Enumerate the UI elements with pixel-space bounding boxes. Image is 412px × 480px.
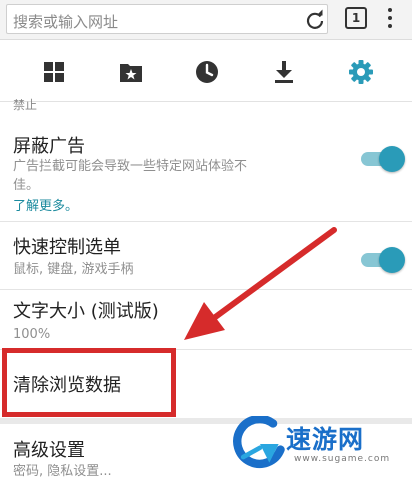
bookmarks-grid-icon[interactable] [40, 58, 68, 86]
highlight-box [2, 348, 176, 417]
reload-icon[interactable] [303, 8, 327, 32]
watermark-emblem-icon [233, 416, 285, 469]
ad-block-toggle[interactable] [361, 145, 405, 173]
watermark-url: www.sugame.com [294, 454, 391, 464]
saved-pages-icon[interactable] [117, 58, 145, 86]
speed-menu-description: 鼠标, 键盘, 游戏手柄 [13, 262, 134, 277]
ad-block-description-line1: 广告拦截可能会导致一些特定网站体验不 [13, 159, 248, 174]
panel-tab-bar [0, 42, 412, 102]
speed-menu-title: 快速控制选单 [13, 237, 121, 258]
partial-setting-text: 禁止 [13, 98, 38, 112]
url-search-input[interactable]: 搜索或输入网址 [6, 4, 328, 34]
speed-menu-setting[interactable]: 快速控制选单 鼠标, 键盘, 游戏手柄 [0, 222, 412, 290]
text-size-setting[interactable]: 文字大小 (测试版) 100% [0, 290, 412, 350]
settings-icon[interactable] [347, 58, 375, 86]
text-size-title: 文字大小 (测试版) [13, 301, 159, 322]
text-size-value: 100% [13, 327, 51, 342]
overflow-menu-icon[interactable] [386, 6, 394, 32]
learn-more-link[interactable]: 了解更多。 [13, 195, 78, 214]
advanced-settings-title: 高级设置 [13, 440, 85, 461]
ad-block-description-line2: 佳。 [13, 178, 40, 193]
watermark-logo: 速游网 www.sugame.com [232, 408, 412, 480]
history-icon[interactable] [193, 58, 221, 86]
address-bar: 搜索或输入网址 1 [0, 0, 412, 40]
tab-count-button[interactable]: 1 [345, 7, 367, 29]
speed-menu-toggle[interactable] [361, 246, 405, 274]
ad-block-setting[interactable]: 屏蔽广告 广告拦截可能会导致一些特定网站体验不 佳。 了解更多。 [0, 120, 412, 222]
downloads-icon[interactable] [270, 58, 298, 86]
url-placeholder: 搜索或输入网址 [13, 13, 119, 31]
advanced-settings-description: 密码, 隐私设置... [13, 464, 112, 479]
ad-block-title: 屏蔽广告 [13, 136, 85, 157]
watermark-brand: 速游网 [286, 425, 365, 454]
